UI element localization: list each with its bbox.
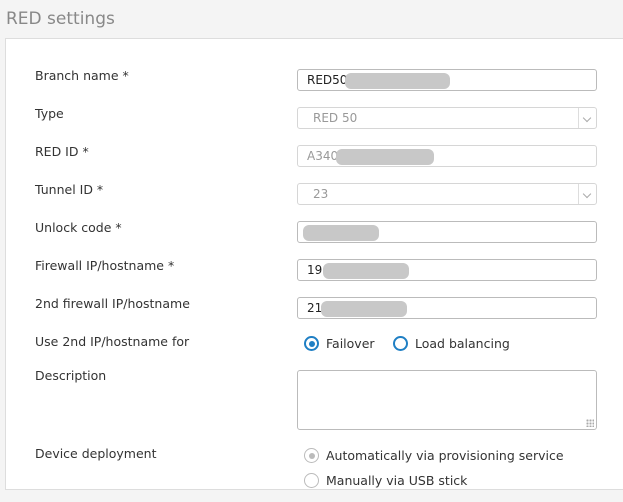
unlock-code-label: Unlock code * — [35, 220, 122, 235]
radio-unselected-icon[interactable] — [393, 336, 408, 351]
description-label: Description — [35, 368, 107, 383]
chevron-down-icon — [578, 108, 596, 128]
radio-selected-disabled-icon — [304, 448, 319, 463]
radio-unselected-disabled-icon — [304, 473, 319, 488]
red-id-label: RED ID * — [35, 144, 89, 159]
red-id-input[interactable]: A340 — [297, 145, 597, 167]
firewall-ip-value: 19 — [307, 263, 323, 277]
radio-load-balancing[interactable]: Load balancing — [393, 336, 510, 351]
radio-usb-stick-label: Manually via USB stick — [326, 473, 468, 488]
branch-name-input[interactable]: RED50 — [297, 69, 597, 91]
page-title: RED settings — [6, 9, 115, 29]
second-firewall-ip-label: 2nd firewall IP/hostname — [35, 296, 190, 311]
redaction-block — [303, 225, 379, 241]
firewall-ip-input[interactable]: 19 — [297, 259, 597, 281]
tunnel-id-value: 23 — [313, 187, 329, 201]
radio-usb-stick: Manually via USB stick — [304, 473, 467, 488]
red-settings-panel: Branch name * RED50 Type RED 50 RED ID *… — [5, 38, 623, 490]
redaction-block — [323, 263, 409, 279]
red-id-value: A340 — [307, 149, 339, 163]
type-label: Type — [35, 106, 64, 121]
tunnel-id-label: Tunnel ID * — [35, 182, 104, 197]
radio-failover-label: Failover — [326, 336, 375, 351]
use-2nd-ip-label: Use 2nd IP/hostname for — [35, 334, 190, 349]
chevron-down-icon — [578, 184, 596, 204]
firewall-ip-label: Firewall IP/hostname * — [35, 258, 175, 273]
radio-failover[interactable]: Failover — [304, 336, 375, 351]
radio-selected-icon[interactable] — [304, 336, 319, 351]
tunnel-id-select[interactable]: 23 — [297, 183, 597, 205]
branch-name-value: RED50 — [307, 73, 348, 87]
redaction-block — [345, 73, 450, 89]
second-firewall-ip-value: 21 — [307, 301, 323, 315]
second-firewall-ip-input[interactable]: 21 — [297, 297, 597, 319]
radio-load-balancing-label: Load balancing — [415, 336, 510, 351]
radio-auto-provisioning: Automatically via provisioning service — [304, 448, 564, 463]
branch-name-label: Branch name * — [35, 68, 129, 83]
device-deployment-label: Device deployment — [35, 446, 157, 461]
radio-auto-provisioning-label: Automatically via provisioning service — [326, 448, 564, 463]
resize-grip-icon[interactable] — [586, 419, 594, 427]
redaction-block — [336, 149, 434, 165]
redaction-block — [321, 301, 407, 317]
type-select[interactable]: RED 50 — [297, 107, 597, 129]
unlock-code-input[interactable] — [297, 221, 597, 243]
description-textarea[interactable] — [297, 370, 597, 430]
type-value: RED 50 — [313, 111, 358, 125]
